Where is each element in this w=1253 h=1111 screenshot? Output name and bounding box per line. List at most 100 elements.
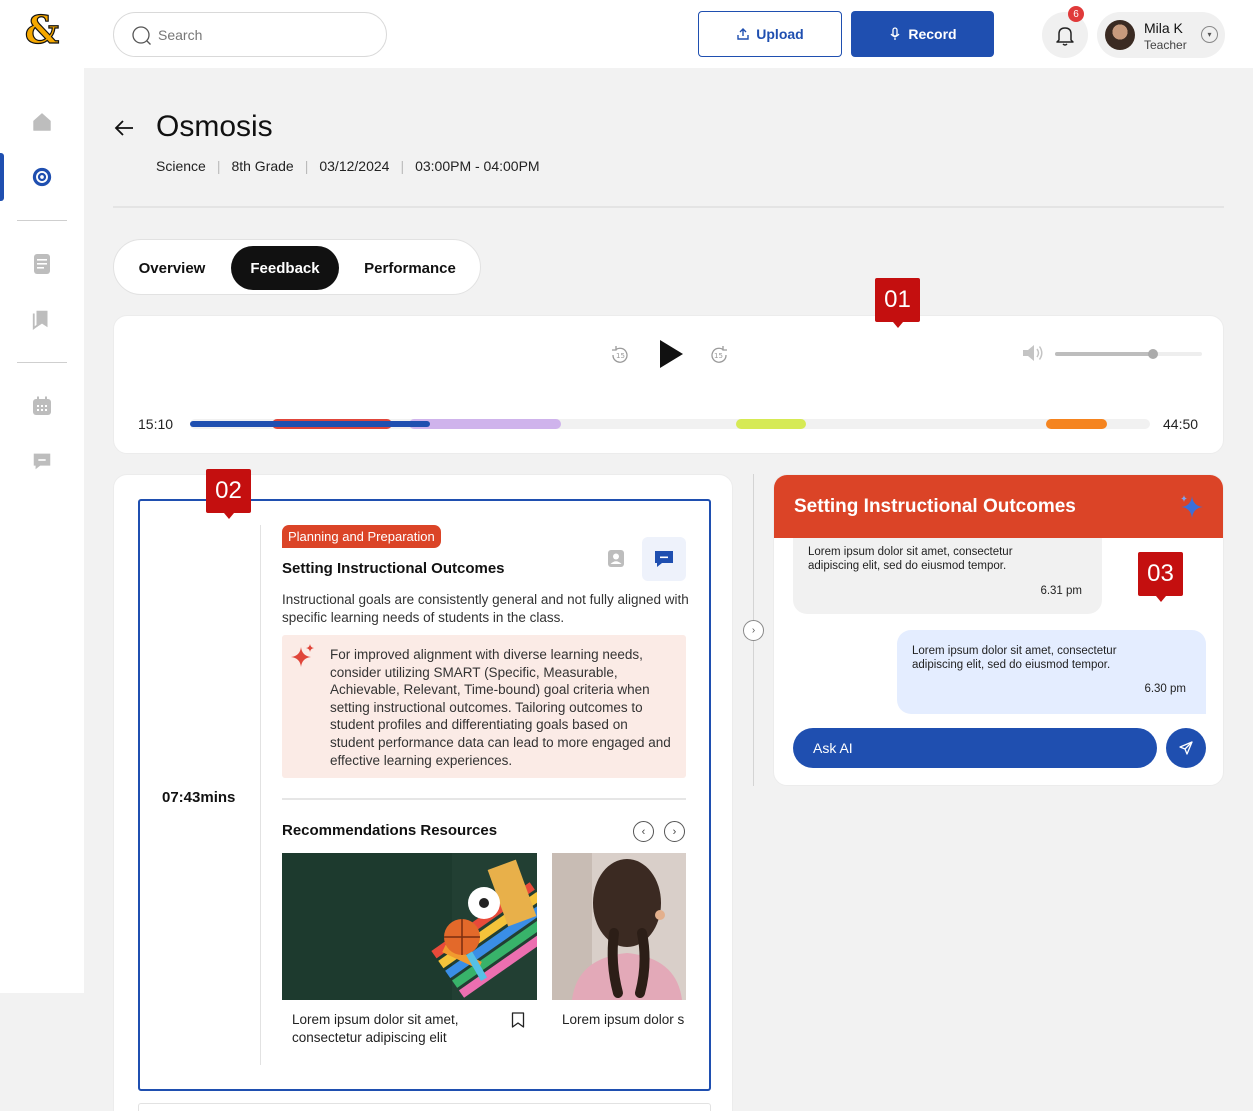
student-profile-icon[interactable] bbox=[602, 545, 630, 573]
tab-overview[interactable]: Overview bbox=[120, 246, 224, 290]
feedback-description: Instructional goals are consistently gen… bbox=[282, 592, 689, 625]
message-text: Lorem ipsum dolor sit amet, consectetur … bbox=[912, 645, 1117, 671]
volume-icon[interactable] bbox=[1020, 342, 1046, 364]
ask-ai-input[interactable] bbox=[793, 728, 1157, 768]
bell-icon bbox=[1056, 27, 1074, 46]
volume-slider[interactable] bbox=[1055, 349, 1202, 359]
tab-feedback[interactable]: Feedback bbox=[231, 246, 339, 290]
chevron-left-icon[interactable]: ‹ bbox=[633, 821, 654, 842]
svg-text:&: & bbox=[25, 12, 59, 48]
feedback-timestamp[interactable]: 07:43mins bbox=[162, 789, 235, 806]
send-icon bbox=[1179, 741, 1193, 755]
sparkle-icon bbox=[291, 644, 314, 667]
grade: 8th Grade bbox=[231, 158, 294, 174]
rewind-15-icon[interactable]: 15 bbox=[607, 342, 633, 368]
resource-caption-line: consectetur adipiscing elit bbox=[292, 1030, 447, 1045]
feedback-title: Setting Instructional Outcomes bbox=[282, 560, 505, 577]
category-chip: Planning and Preparation bbox=[282, 525, 441, 548]
resource-card[interactable]: Lorem ipsum dolor s bbox=[552, 853, 686, 1068]
upload-icon bbox=[737, 28, 749, 40]
sidebar: & bbox=[0, 0, 84, 993]
time-range: 03:00PM - 04:00PM bbox=[415, 158, 540, 174]
play-icon[interactable] bbox=[655, 336, 687, 372]
comment-icon bbox=[655, 551, 673, 567]
chevron-right-icon[interactable]: › bbox=[743, 620, 764, 641]
resource-caption-line: Lorem ipsum dolor s bbox=[562, 1012, 685, 1027]
ai-suggestion-text: For improved alignment with diverse lear… bbox=[330, 647, 671, 768]
ai-sparkle-icon bbox=[1181, 495, 1203, 518]
home-icon[interactable] bbox=[29, 109, 55, 135]
tab-performance[interactable]: Performance bbox=[346, 246, 474, 290]
bookmark-icon[interactable] bbox=[511, 1012, 525, 1028]
marker-03: 03 bbox=[1138, 552, 1183, 602]
resource-image-student bbox=[552, 853, 686, 1000]
meta-separator: | bbox=[216, 158, 221, 174]
timeline-segment[interactable] bbox=[736, 419, 806, 429]
date: 03/12/2024 bbox=[319, 158, 390, 174]
message-text: Lorem ipsum dolor sit amet, consectetur … bbox=[808, 546, 1013, 572]
recordings-icon[interactable] bbox=[29, 164, 55, 190]
chevron-down-icon[interactable]: ▾ bbox=[1201, 26, 1218, 43]
top-bar: Upload Record 6 Mila K Teacher ▾ bbox=[84, 0, 1253, 68]
marker-01: 01 bbox=[875, 278, 920, 328]
timeline-segment[interactable] bbox=[1046, 419, 1107, 429]
user-name: Mila K bbox=[1144, 20, 1183, 36]
chat-message-sent: Lorem ipsum dolor sit amet, consectetur … bbox=[897, 630, 1206, 714]
active-nav-indicator bbox=[0, 153, 4, 201]
chevron-right-icon[interactable]: › bbox=[664, 821, 685, 842]
tab-bar: Overview Feedback Performance bbox=[113, 239, 481, 295]
nav-divider bbox=[17, 220, 67, 221]
feedback-panel: 07:43mins Planning and Preparation Setti… bbox=[113, 474, 733, 1111]
resource-caption: Lorem ipsum dolor s bbox=[562, 1011, 684, 1029]
search-box[interactable] bbox=[113, 12, 387, 57]
chat-message-received: Lorem ipsum dolor sit amet, consectetur … bbox=[793, 538, 1102, 614]
message-time: 6.30 pm bbox=[1144, 683, 1186, 695]
chat-title: Setting Instructional Outcomes bbox=[794, 496, 1076, 517]
end-time: 44:50 bbox=[1163, 416, 1199, 432]
notification-badge: 6 bbox=[1068, 6, 1084, 22]
resource-caption: Lorem ipsum dolor sit amet, consectetur … bbox=[292, 1011, 459, 1047]
message-time: 6.31 pm bbox=[1040, 585, 1082, 597]
forward-15-icon[interactable]: 15 bbox=[706, 342, 732, 368]
user-role: Teacher bbox=[1144, 38, 1187, 52]
feedback-card[interactable]: 07:43mins Planning and Preparation Setti… bbox=[138, 499, 711, 1091]
meta-separator: | bbox=[400, 158, 405, 174]
chat-icon[interactable] bbox=[29, 448, 55, 474]
section-divider bbox=[282, 798, 686, 800]
nav-divider bbox=[17, 362, 67, 363]
current-time: 15:10 bbox=[138, 416, 174, 432]
meta-separator: | bbox=[304, 158, 309, 174]
comment-button[interactable] bbox=[642, 537, 686, 581]
search-input[interactable] bbox=[158, 26, 358, 43]
record-button[interactable]: Record bbox=[851, 11, 994, 57]
user-menu[interactable]: Mila K Teacher ▾ bbox=[1097, 12, 1225, 58]
back-arrow-icon[interactable] bbox=[113, 117, 135, 139]
header-divider bbox=[113, 206, 1224, 208]
ai-suggestion-box: For improved alignment with diverse lear… bbox=[282, 635, 686, 778]
upload-button[interactable]: Upload bbox=[698, 11, 842, 57]
page-title: Osmosis bbox=[156, 110, 273, 143]
document-icon[interactable] bbox=[29, 251, 55, 277]
search-icon bbox=[132, 25, 151, 45]
timeline-segment[interactable] bbox=[409, 419, 561, 429]
volume-slider-fill bbox=[1055, 352, 1154, 356]
ai-chat-panel: Setting Instructional Outcomes Lorem ips… bbox=[773, 474, 1224, 786]
next-feedback-card[interactable] bbox=[138, 1103, 711, 1111]
bookmarks-icon[interactable] bbox=[29, 306, 55, 332]
resource-card[interactable]: Lorem ipsum dolor sit amet, consectetur … bbox=[282, 853, 537, 1068]
subject: Science bbox=[156, 158, 206, 174]
resource-caption-line: Lorem ipsum dolor sit amet, bbox=[292, 1012, 459, 1027]
marker-02: 02 bbox=[206, 469, 251, 519]
recommendations-title: Recommendations Resources bbox=[282, 822, 498, 839]
timeline-track[interactable] bbox=[190, 419, 1150, 429]
calendar-icon[interactable] bbox=[29, 393, 55, 419]
resource-image-classroom-supplies bbox=[282, 853, 537, 1000]
upload-label: Upload bbox=[756, 26, 804, 42]
ampersand-logo[interactable]: & bbox=[22, 12, 62, 48]
volume-slider-handle[interactable] bbox=[1148, 349, 1159, 359]
svg-text:15: 15 bbox=[714, 352, 723, 360]
feedback-timeline-line bbox=[260, 525, 261, 1065]
microphone-icon bbox=[890, 27, 900, 40]
send-button[interactable] bbox=[1166, 728, 1206, 768]
timeline-progress bbox=[190, 421, 430, 427]
